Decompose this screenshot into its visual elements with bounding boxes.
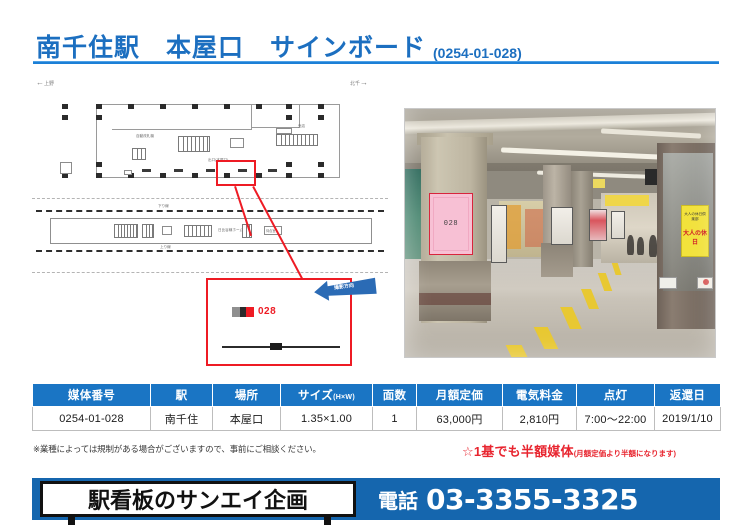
platform-stairs-2 xyxy=(142,224,154,238)
td-lighting: 7:00～22:00 xyxy=(576,406,655,431)
concourse-floor-plan: 自動改札機 出口(本屋口) 売店 xyxy=(52,98,374,184)
logo-post-right xyxy=(324,517,331,525)
spec-table-wrapper: 媒体番号 駅 場所 サイズ(H×W) 面数 月額定価 電気料金 点灯 返還日 0… xyxy=(32,383,721,431)
label-up-line: 上り線 xyxy=(160,245,171,249)
table-row: 0254-01-028 南千住 本屋口 1.35×1.00 1 63,000円 … xyxy=(32,406,721,431)
td-media-number: 0254-01-028 xyxy=(32,406,151,431)
direction-label-right: 北千→ xyxy=(350,78,369,87)
map-highlight-box xyxy=(216,160,256,186)
station-map-panel: ←上野 北千→ 自動改札機 出口(本屋口) 売店 下り線 日比谷線ホーム 待合室… xyxy=(32,76,392,371)
company-logo-board: 駅看板のサンエイ企画 xyxy=(40,481,356,517)
phone-number: 03-3355-3325 xyxy=(426,482,639,516)
escalator-symbol xyxy=(276,134,318,146)
th-lighting: 点灯 xyxy=(576,383,655,407)
station-photo: 大人の休日倶楽部 大人の休日 028 xyxy=(404,108,716,358)
td-electricity: 2,810円 xyxy=(502,406,577,431)
platform-diagram: 下り線 日比谷線ホーム 待合室 上り線 xyxy=(32,204,388,266)
plan-box-small xyxy=(230,138,244,148)
media-code: (0254-01-028) xyxy=(433,45,522,61)
th-faces: 面数 xyxy=(372,383,417,407)
label-down-line: 下り線 xyxy=(158,204,169,208)
td-location: 本屋口 xyxy=(212,406,281,431)
th-monthly-price: 月額定価 xyxy=(416,383,503,407)
plan-box-small4 xyxy=(124,170,132,175)
note-promotion: ☆1基でも半額媒体(月額定価より半額になります) xyxy=(462,441,676,461)
signboard-icon xyxy=(232,306,254,317)
platform-stairs-3 xyxy=(184,225,212,237)
td-return-date: 2019/1/10 xyxy=(654,406,721,431)
label-ticket-gate: 自動改札機 xyxy=(136,134,154,138)
signboard-spec-sheet: 南千住駅 本屋口 サインボード (0254-01-028) ←上野 北千→ 自動… xyxy=(0,0,750,530)
label-kiosk: 売店 xyxy=(298,124,306,128)
direction-label-left: ←上野 xyxy=(36,78,55,87)
th-size: サイズ(H×W) xyxy=(280,383,373,407)
photo-vignette xyxy=(405,109,715,357)
stairs-small-symbol xyxy=(132,148,146,160)
callout-number: 028 xyxy=(258,306,277,317)
shooting-direction-arrow: 撮影方向 xyxy=(312,276,378,302)
header-divider xyxy=(33,61,719,64)
promo-main-text: ☆1基でも半額媒体 xyxy=(462,444,574,459)
table-header-row: 媒体番号 駅 場所 サイズ(H×W) 面数 月額定価 電気料金 点灯 返還日 xyxy=(32,383,721,407)
stairs-symbol xyxy=(178,136,210,152)
note-restriction: ※業種によっては規制がある場合がございますので、事前にご相談ください。 xyxy=(33,444,321,454)
td-monthly-price: 63,000円 xyxy=(416,406,503,431)
phone-contact[interactable]: 電話 03-3355-3325 xyxy=(378,481,639,517)
track-down xyxy=(36,210,384,212)
promo-sub-text: (月額定価より半額になります) xyxy=(573,449,677,458)
arrow-right-icon: → xyxy=(360,78,369,87)
company-name: 駅看板のサンエイ企画 xyxy=(87,488,308,513)
callout-rail-chip xyxy=(270,343,282,350)
page-header: 南千住駅 本屋口 サインボード (0254-01-028) xyxy=(36,24,716,64)
platform-stairs-1 xyxy=(114,224,138,238)
th-electricity: 電気料金 xyxy=(502,383,577,407)
page-title: 南千住駅 本屋口 サインボード xyxy=(36,34,427,62)
td-station: 南千住 xyxy=(150,406,213,431)
logo-post-left xyxy=(68,517,75,525)
map-dashed-divider-2 xyxy=(32,272,388,273)
phone-label: 電話 xyxy=(378,490,418,513)
th-station: 駅 xyxy=(150,383,213,407)
th-return-date: 返還日 xyxy=(654,383,721,407)
callout-media-marker: 028 xyxy=(232,306,276,317)
platform-box-1 xyxy=(162,226,172,235)
arrow-left-icon: ← xyxy=(36,78,44,87)
td-size: 1.35×1.00 xyxy=(280,406,373,431)
map-dashed-divider xyxy=(32,198,388,199)
td-faces: 1 xyxy=(372,406,417,431)
th-media-number: 媒体番号 xyxy=(32,383,151,407)
track-up xyxy=(36,250,384,252)
th-location: 場所 xyxy=(212,383,281,407)
plan-box-small3 xyxy=(60,162,72,174)
footer-bar: 駅看板のサンエイ企画 電話 03-3355-3325 xyxy=(32,478,720,525)
plan-box-small2 xyxy=(276,128,292,134)
label-platform: 日比谷線ホーム xyxy=(218,228,244,232)
spec-table: 媒体番号 駅 場所 サイズ(H×W) 面数 月額定価 電気料金 点灯 返還日 0… xyxy=(32,383,721,431)
